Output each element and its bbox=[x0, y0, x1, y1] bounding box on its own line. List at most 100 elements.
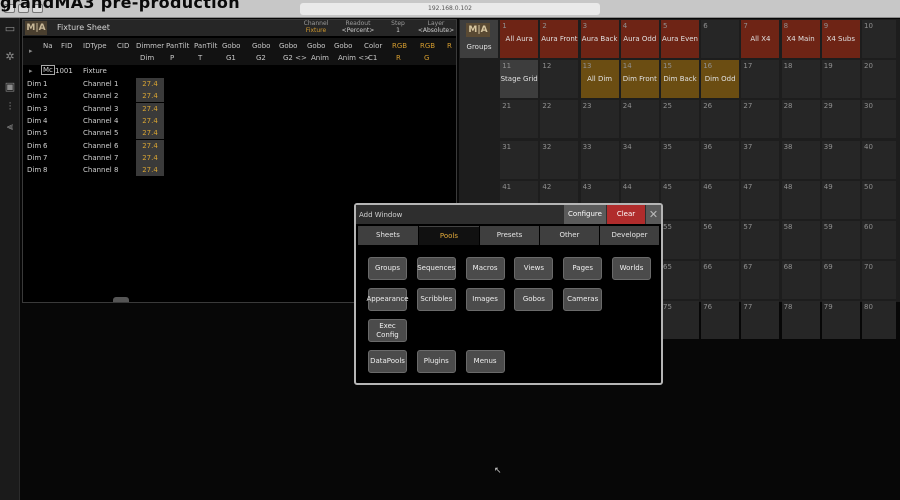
group-pool-cell[interactable]: 79 bbox=[821, 301, 860, 340]
group-pool-cell[interactable]: 45 bbox=[661, 180, 699, 219]
table-row[interactable]: Dim 4 Channel 4 27.4 bbox=[23, 114, 456, 127]
group-pool-cell[interactable]: 15 Dim Back bbox=[661, 60, 699, 99]
pages-button[interactable]: Pages bbox=[563, 257, 603, 280]
column-header[interactable]: Gobo bbox=[222, 42, 240, 50]
tab-developer[interactable]: Developer bbox=[600, 226, 659, 245]
images-button[interactable]: Images bbox=[465, 288, 505, 311]
group-pool-cell[interactable]: 33 bbox=[580, 140, 619, 179]
tab-pools[interactable]: Pools bbox=[419, 226, 479, 245]
group-pool-cell[interactable]: 55 bbox=[661, 221, 699, 259]
group-pool-cell[interactable]: 37 bbox=[741, 140, 780, 179]
group-pool-cell[interactable]: 69 bbox=[821, 261, 860, 300]
group-pool-cell[interactable]: 25 bbox=[661, 100, 699, 139]
layer-button[interactable]: Layer <Absolute> bbox=[416, 20, 456, 36]
table-row[interactable]: Dim 6 Channel 6 27.4 bbox=[23, 139, 456, 152]
appearance-button[interactable]: Appearance bbox=[366, 288, 409, 311]
group-pool-cell[interactable]: 47 bbox=[741, 180, 780, 219]
group-pool-cell[interactable]: 38 bbox=[781, 140, 820, 179]
group-pool-cell[interactable]: 17 bbox=[741, 60, 780, 99]
dimmer-value[interactable]: 27.4 bbox=[136, 127, 164, 140]
tools-icon[interactable]: ⫷ bbox=[3, 120, 17, 134]
column-header[interactable]: IDType bbox=[83, 42, 107, 50]
column-header[interactable]: Na bbox=[43, 42, 53, 50]
group-pool-cell[interactable]: 48 bbox=[781, 180, 820, 219]
table-row[interactable]: Dim 5 Channel 5 27.4 bbox=[23, 127, 456, 140]
dimmer-value[interactable]: 27.4 bbox=[136, 90, 164, 103]
column-header[interactable]: Color bbox=[364, 42, 382, 50]
tab-presets[interactable]: Presets bbox=[480, 226, 539, 245]
group-pool-cell[interactable]: 1 All Aura bbox=[500, 20, 539, 58]
table-row[interactable]: Dim 3 Channel 3 27.4 bbox=[23, 102, 456, 115]
group-pool-cell[interactable]: 28 bbox=[781, 100, 820, 139]
group-pool-cell[interactable]: 29 bbox=[821, 100, 860, 139]
group-pool-cell[interactable]: 3 Aura Back bbox=[580, 20, 619, 58]
column-header[interactable]: PanTilt bbox=[166, 42, 189, 50]
plugins-button[interactable]: Plugins bbox=[416, 350, 456, 373]
group-pool-cell[interactable]: 12 bbox=[540, 60, 579, 99]
exec-config-button[interactable]: Exec Config bbox=[368, 319, 407, 342]
group-pool-cell[interactable]: 8 X4 Main bbox=[781, 20, 820, 58]
group-pool-cell[interactable]: 7 All X4 bbox=[741, 20, 780, 58]
expand-icon[interactable]: ▸ bbox=[29, 67, 33, 75]
groups-button[interactable]: Groups bbox=[368, 257, 407, 280]
group-pool-cell[interactable]: 6 bbox=[701, 20, 740, 58]
groups-pool-button[interactable]: M|A Groups bbox=[460, 20, 498, 58]
group-pool-cell[interactable]: 60 bbox=[862, 221, 896, 259]
ma-logo[interactable]: M|A bbox=[25, 21, 47, 35]
group-pool-cell[interactable]: 75 bbox=[661, 301, 699, 340]
cameras-button[interactable]: Cameras bbox=[563, 288, 603, 311]
group-pool-cell[interactable]: 10 bbox=[862, 20, 896, 58]
group-pool-cell[interactable]: 13 All Dim bbox=[580, 60, 619, 99]
group-pool-cell[interactable]: 24 bbox=[620, 100, 659, 139]
group-pool-cell[interactable]: 21 bbox=[500, 100, 539, 139]
channel-mode-button[interactable]: Channel Fixture bbox=[297, 20, 335, 36]
collapse-all-icon[interactable]: ▸ bbox=[29, 47, 33, 55]
column-header[interactable]: Gobo bbox=[252, 42, 270, 50]
column-header[interactable]: Dimmer bbox=[136, 42, 164, 50]
group-pool-cell[interactable]: 36 bbox=[701, 140, 740, 179]
group-pool-cell[interactable]: 9 X4 Subs bbox=[821, 20, 860, 58]
tab-other[interactable]: Other bbox=[540, 226, 599, 245]
group-pool-cell[interactable]: 78 bbox=[781, 301, 820, 340]
group-pool-cell[interactable]: 40 bbox=[862, 140, 896, 179]
group-pool-cell[interactable]: 67 bbox=[741, 261, 780, 300]
group-pool-cell[interactable]: 32 bbox=[540, 140, 579, 179]
column-header[interactable]: RGB bbox=[420, 42, 435, 50]
macros-button[interactable]: Macros bbox=[465, 257, 505, 280]
configure-button[interactable]: Configure bbox=[564, 205, 606, 224]
dimmer-value[interactable]: 27.4 bbox=[136, 78, 164, 90]
address-bar[interactable]: 192.168.0.102 bbox=[300, 3, 600, 15]
group-pool-cell[interactable]: 30 bbox=[862, 100, 896, 139]
group-pool-cell[interactable]: 14 Dim Front bbox=[620, 60, 659, 99]
faders-icon[interactable]: ⫶ bbox=[3, 100, 17, 114]
group-pool-cell[interactable]: 27 bbox=[741, 100, 780, 139]
column-header[interactable]: Gobo bbox=[279, 42, 297, 50]
table-row[interactable]: Dim 2 Channel 2 27.4 bbox=[23, 90, 456, 103]
table-row[interactable]: Dim 1 Channel 1 27.4 bbox=[23, 78, 456, 90]
tab-sheets[interactable]: Sheets bbox=[358, 226, 418, 245]
step-button[interactable]: Step 1 bbox=[381, 20, 415, 36]
group-pool-cell[interactable]: 49 bbox=[821, 180, 860, 219]
column-header[interactable]: RGB bbox=[392, 42, 407, 50]
dimmer-value[interactable]: 27.4 bbox=[136, 164, 164, 177]
menus-button[interactable]: Menus bbox=[465, 350, 505, 373]
datapools-button[interactable]: DataPools bbox=[368, 350, 407, 373]
settings-icon[interactable]: ✲ bbox=[3, 50, 17, 64]
group-pool-cell[interactable]: 65 bbox=[661, 261, 699, 300]
table-row[interactable]: Dim 7 Channel 7 27.4 bbox=[23, 151, 456, 164]
column-header[interactable]: Gobo bbox=[307, 42, 325, 50]
group-pool-cell[interactable]: 19 bbox=[821, 60, 860, 99]
dimmer-value[interactable]: 27.4 bbox=[136, 151, 164, 164]
group-pool-cell[interactable]: 56 bbox=[701, 221, 740, 259]
group-pool-cell[interactable]: 59 bbox=[821, 221, 860, 259]
readout-button[interactable]: Readout <Percent> bbox=[336, 20, 380, 36]
parent-fixture-row[interactable]: ▸ Mc 1001 Fixture bbox=[23, 65, 456, 77]
sequences-button[interactable]: Sequences bbox=[416, 257, 456, 280]
group-pool-cell[interactable]: 11 Stage Grid bbox=[500, 60, 539, 99]
group-pool-cell[interactable]: 50 bbox=[862, 180, 896, 219]
windows-icon[interactable]: ▭ bbox=[3, 22, 17, 36]
group-pool-cell[interactable]: 77 bbox=[741, 301, 780, 340]
group-pool-cell[interactable]: 68 bbox=[781, 261, 820, 300]
screens-icon[interactable]: ▣ bbox=[3, 80, 17, 94]
column-header[interactable]: CID bbox=[117, 42, 129, 50]
